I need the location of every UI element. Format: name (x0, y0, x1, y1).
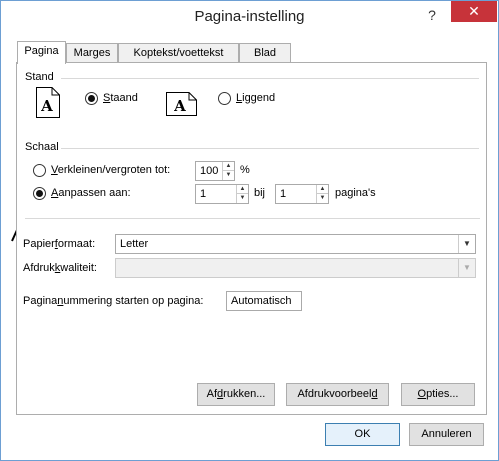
paginanummering-input[interactable]: Automatisch (226, 291, 302, 311)
aanpassen-label[interactable]: Aanpassen aan: (51, 187, 131, 199)
spin-up-icon[interactable]: ▲ (237, 185, 248, 194)
annuleren-button[interactable]: Annuleren (409, 423, 484, 446)
portrait-page-icon: A (36, 87, 60, 118)
staand-radio[interactable] (85, 92, 98, 105)
close-icon: ✕ (468, 3, 480, 19)
spin-up-icon[interactable]: ▲ (317, 185, 328, 194)
stand-group-label: Stand (25, 71, 54, 83)
chevron-down-icon[interactable]: ▼ (458, 235, 475, 253)
tab-marges[interactable]: Marges (66, 43, 118, 63)
pages-wide-spinner[interactable]: 1 ▲ ▼ (195, 184, 249, 204)
liggend-radio[interactable] (218, 92, 231, 105)
pages-tall-spinner[interactable]: 1 ▲ ▼ (275, 184, 329, 204)
verkleinen-value[interactable]: 100 (200, 165, 218, 177)
tab-blad[interactable]: Blad (239, 43, 291, 63)
afdrukken-button[interactable]: Afdrukken... (197, 383, 275, 406)
ok-button[interactable]: OK (325, 423, 400, 446)
papierformaat-select[interactable]: Letter ▼ (115, 234, 476, 254)
title-bar: Pagina-instelling ? ✕ (1, 1, 498, 32)
svg-text:A: A (173, 97, 186, 115)
spin-down-icon[interactable]: ▼ (317, 194, 328, 203)
tab-panel-pagina: Stand A Staand A Liggend Schaal Verklein… (16, 62, 487, 415)
verkleinen-label[interactable]: Verkleinen/vergroten tot: (51, 164, 170, 176)
help-button[interactable]: ? (421, 5, 443, 25)
afdrukkwaliteit-label: Afdrukkwaliteit: (23, 262, 97, 274)
afdrukkwaliteit-select[interactable]: ▼ (115, 258, 476, 278)
papierformaat-label: Papierformaat: (23, 238, 96, 250)
close-button[interactable]: ✕ (451, 1, 497, 22)
radio-selected-dot (36, 190, 43, 197)
verkleinen-spinner[interactable]: 100 ▲ ▼ (195, 161, 235, 181)
svg-text:A: A (40, 97, 53, 115)
radio-selected-dot (88, 95, 95, 102)
pages-tall-value[interactable]: 1 (280, 188, 286, 200)
liggend-label[interactable]: Liggend (236, 92, 275, 104)
bij-label: bij (254, 187, 266, 199)
tab-pagina[interactable]: Pagina (17, 41, 66, 64)
pages-wide-value[interactable]: 1 (200, 188, 206, 200)
afdrukvoorbeeld-button[interactable]: Afdrukvoorbeeld (286, 383, 389, 406)
paginas-label: pagina's (335, 187, 376, 199)
schaal-divider (61, 148, 479, 149)
spin-down-icon[interactable]: ▼ (223, 171, 234, 180)
stand-divider (61, 78, 479, 79)
section-divider (25, 218, 480, 219)
page-setup-dialog: Pagina-instelling ? ✕ Pagina Marges Kopt… (0, 0, 499, 461)
spin-up-icon[interactable]: ▲ (223, 162, 234, 171)
paginanummering-label: Paginanummering starten op pagina: (23, 295, 204, 307)
staand-label[interactable]: Staand (103, 92, 138, 104)
landscape-page-icon: A (166, 92, 197, 116)
verkleinen-radio[interactable] (33, 164, 46, 177)
chevron-down-icon[interactable]: ▼ (458, 259, 475, 277)
opties-button[interactable]: Opties... (401, 383, 475, 406)
tab-koptekst-voettekst[interactable]: Koptekst/voettekst (118, 43, 239, 63)
percent-label: % (240, 164, 250, 176)
aanpassen-radio[interactable] (33, 187, 46, 200)
spin-down-icon[interactable]: ▼ (237, 194, 248, 203)
schaal-group-label: Schaal (25, 141, 59, 153)
